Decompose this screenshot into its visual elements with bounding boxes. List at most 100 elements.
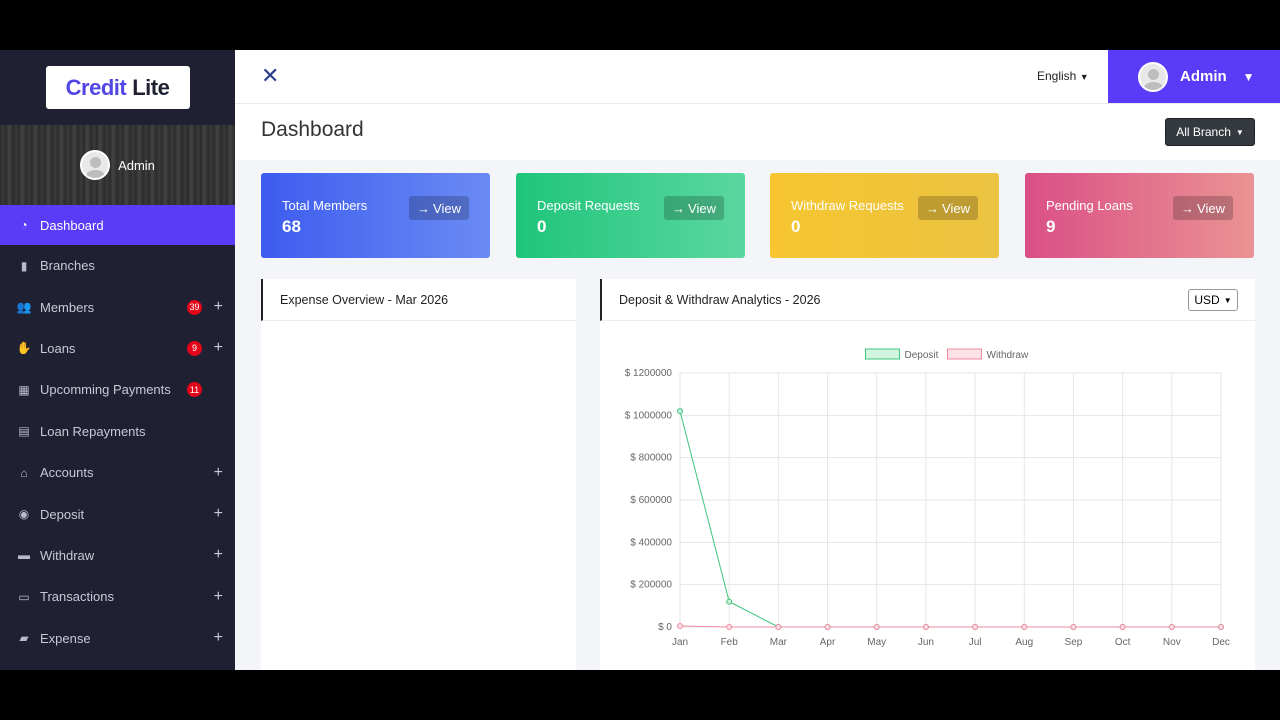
series-line-deposit — [679, 410, 1221, 628]
sidebar-item-branches[interactable]: ▮ Branches — [0, 245, 235, 286]
expense-panel-title: Expense Overview - Mar 2026 — [261, 279, 576, 321]
y-tick-label: $ 400000 — [630, 537, 672, 548]
data-point-withdraw — [922, 624, 929, 630]
admin-avatar-icon — [1138, 61, 1168, 92]
sidebar-item-accounts[interactable]: ⌂ Accounts + — [0, 452, 235, 493]
view-label: View — [1197, 200, 1225, 216]
view-label: View — [942, 200, 970, 216]
stat-card-withdraw-requests: Withdraw Requests 0 → View — [770, 173, 999, 258]
sidebar-item-loans[interactable]: ✋ Loans 9 + — [0, 328, 235, 369]
legend-swatch-deposit — [865, 348, 900, 360]
count-badge: 9 — [187, 340, 202, 356]
topbar: ✕ English ▼ Admin ▼ — [235, 50, 1280, 104]
stat-card-deposit-requests: Deposit Requests 0 → View — [516, 173, 745, 258]
sidebar-item-withdraw[interactable]: ▬ Withdraw + — [0, 535, 235, 576]
view-withdraw-requests-button[interactable]: → View — [918, 196, 978, 220]
sidebar-item-expense[interactable]: ▰ Expense + — [0, 618, 235, 659]
data-point-withdraw — [1070, 624, 1077, 630]
data-point-withdraw — [873, 624, 880, 630]
currency-value: USD — [1194, 293, 1220, 307]
calendar-icon: ▦ — [18, 382, 30, 397]
deposit-withdraw-analytics-panel: Deposit & Withdraw Analytics - 2026 USD … — [600, 279, 1255, 670]
expand-plus-icon[interactable]: + — [214, 298, 223, 316]
wallet-icon: ▬ — [18, 548, 30, 563]
analytics-panel-title: Deposit & Withdraw Analytics - 2026 — [600, 279, 1255, 321]
sidebar-item-dashboard[interactable]: ◔ Dashboard — [0, 205, 235, 245]
coins-icon: ◉ — [18, 507, 30, 522]
view-members-button[interactable]: → View — [409, 196, 469, 220]
x-tick-label: Mar — [770, 637, 788, 648]
expand-plus-icon[interactable]: + — [214, 505, 223, 523]
sidebar-item-label: Withdraw — [40, 547, 95, 563]
data-point-withdraw — [1119, 624, 1126, 630]
x-tick-label: Jan — [672, 637, 688, 648]
view-pending-loans-button[interactable]: → View — [1173, 196, 1233, 220]
x-tick-label: May — [867, 637, 886, 648]
arrow-right-icon: → — [672, 200, 686, 216]
x-tick-label: Nov — [1163, 637, 1181, 648]
y-tick-label: $ 200000 — [630, 580, 672, 591]
data-point-withdraw — [1218, 624, 1224, 630]
y-tick-label: $ 800000 — [630, 453, 672, 464]
sidebar-item-label: Branches — [40, 258, 95, 274]
sidebar-item-label: Expense — [40, 630, 91, 646]
sidebar-item-upcomming-payments[interactable]: ▦ Upcomming Payments 11 — [0, 369, 235, 410]
app-frame: Credit Lite Admin ◔ Dashboard ▮ Branches 👥 Me… — [0, 50, 1280, 670]
view-deposit-requests-button[interactable]: → View — [664, 196, 724, 220]
close-sidebar-icon[interactable]: ✕ — [261, 65, 281, 87]
stat-value: 9 — [1046, 217, 1056, 236]
page-title: Dashboard — [261, 118, 364, 141]
stat-card-total-members: Total Members 68 → View — [261, 173, 490, 258]
chevron-down-icon: ▼ — [1242, 69, 1255, 84]
data-point-deposit — [677, 408, 683, 415]
x-tick-label: Oct — [1115, 637, 1131, 648]
expand-plus-icon[interactable]: + — [214, 464, 223, 482]
branch-label: All Branch — [1176, 125, 1231, 139]
branch-select-button[interactable]: All Branch ▼ — [1165, 118, 1255, 146]
view-label: View — [433, 200, 461, 216]
chevron-down-icon: ▼ — [1223, 295, 1232, 305]
sidebar: Credit Lite Admin ◔ Dashboard ▮ Branches 👥 Me… — [0, 50, 235, 670]
sidebar-user-name: Admin — [118, 157, 155, 173]
sidebar-item-deposit[interactable]: ◉ Deposit + — [0, 493, 235, 534]
currency-select[interactable]: USD ▼ — [1188, 289, 1238, 311]
data-point-deposit — [726, 598, 733, 605]
data-point-withdraw — [1021, 624, 1028, 630]
sidebar-item-label: Loan Repayments — [40, 423, 146, 439]
y-tick-label: $ 600000 — [630, 495, 672, 506]
x-tick-label: Apr — [820, 637, 836, 648]
arrow-right-icon: → — [1181, 200, 1195, 216]
legend-label-deposit: Deposit — [905, 350, 939, 361]
data-point-withdraw — [824, 624, 831, 630]
x-tick-label: Jul — [969, 637, 982, 648]
receipt-icon: ▤ — [18, 424, 30, 439]
dashboard-icon: ◔ — [20, 218, 28, 232]
sidebar-item-label: Transactions — [40, 589, 114, 605]
expand-plus-icon[interactable]: + — [214, 546, 223, 564]
expand-plus-icon[interactable]: + — [214, 339, 223, 357]
brand-logo[interactable]: Credit Lite — [45, 66, 190, 109]
data-point-withdraw — [726, 624, 733, 630]
language-dropdown[interactable]: English ▼ — [1037, 69, 1089, 83]
y-tick-label: $ 1000000 — [625, 410, 673, 421]
sidebar-item-transactions[interactable]: ▭ Transactions + — [0, 576, 235, 617]
caret-down-icon: ▼ — [1235, 127, 1244, 137]
expand-plus-icon[interactable]: + — [214, 629, 223, 647]
admin-menu[interactable]: Admin ▼ — [1108, 50, 1280, 103]
legend-label-withdraw: Withdraw — [987, 350, 1029, 361]
analytics-line-chart: $ 0 $ 200000 $ 400000 $ 600000 $ 800000 $ 100… — [625, 348, 1230, 648]
sidebar-item-label: Accounts — [40, 465, 94, 481]
x-tick-label: Feb — [721, 637, 739, 648]
y-tick-label: $ 1200000 — [625, 368, 673, 379]
bank-icon: ⌂ — [20, 465, 28, 480]
sidebar-item-members[interactable]: 👥 Members 39 + — [0, 286, 235, 327]
data-point-withdraw — [775, 624, 782, 630]
count-badge: 39 — [187, 299, 202, 315]
users-icon: 👥 — [16, 300, 32, 315]
sidebar-item-loan-repayments[interactable]: ▤ Loan Repayments — [0, 411, 235, 452]
language-label: English — [1037, 69, 1077, 83]
sidebar-item-label: Dashboard — [40, 217, 104, 233]
stat-value: 68 — [282, 217, 301, 236]
expand-plus-icon[interactable]: + — [214, 588, 223, 606]
stat-value: 0 — [537, 217, 547, 236]
